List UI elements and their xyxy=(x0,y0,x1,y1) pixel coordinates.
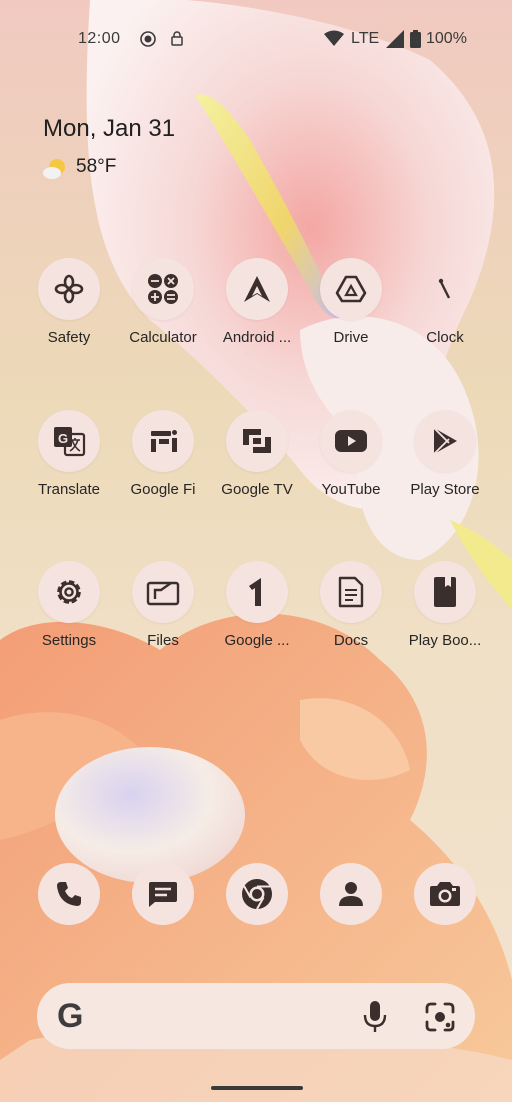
app-label: Safety xyxy=(47,329,91,346)
app-youtube[interactable]: YouTube xyxy=(307,410,395,498)
dock-chrome[interactable] xyxy=(226,863,288,925)
app-label: Docs xyxy=(333,632,369,649)
svg-text:G: G xyxy=(58,431,68,446)
app-calculator[interactable]: Calculator xyxy=(119,258,207,346)
translate-icon: G xyxy=(52,425,86,457)
app-files[interactable]: Files xyxy=(119,561,207,649)
app-label: YouTube xyxy=(321,481,381,498)
gesture-nav-handle[interactable] xyxy=(211,1086,303,1090)
chrome-icon xyxy=(240,877,274,911)
docs-icon xyxy=(338,576,364,608)
safety-icon xyxy=(53,273,85,305)
app-drive[interactable]: Drive xyxy=(307,258,395,346)
app-label: Play Store xyxy=(410,481,480,498)
app-label: Google Fi xyxy=(130,481,196,498)
app-google-tv[interactable]: Google TV xyxy=(213,410,301,498)
app-label: Play Boo... xyxy=(408,632,482,649)
android-auto-icon xyxy=(242,274,272,304)
files-icon xyxy=(146,578,180,606)
network-type: LTE xyxy=(351,30,380,47)
google-fi-icon xyxy=(149,428,177,454)
dnd-icon xyxy=(139,30,157,48)
app-safety[interactable]: Safety xyxy=(25,258,113,346)
play-store-icon xyxy=(431,426,459,456)
google-lens-icon[interactable] xyxy=(425,1002,455,1032)
dock-camera[interactable] xyxy=(414,863,476,925)
app-label: Translate xyxy=(38,481,100,498)
wifi-icon xyxy=(324,30,344,46)
dock-contacts[interactable] xyxy=(320,863,382,925)
app-play-books[interactable]: Play Boo... xyxy=(401,561,489,649)
battery-icon xyxy=(410,30,421,48)
partly-sunny-icon xyxy=(43,158,65,180)
home-screen: 12:00 LTE 100% Mon, Jan 31 58°F Safety C… xyxy=(0,0,512,1102)
google-search-bar[interactable]: G xyxy=(37,983,475,1049)
app-label: Drive xyxy=(333,329,369,346)
app-google-one[interactable]: Google ... xyxy=(213,561,301,649)
app-settings[interactable]: Settings xyxy=(25,561,113,649)
calculator-icon xyxy=(146,272,180,306)
settings-icon xyxy=(52,575,86,609)
messages-icon xyxy=(147,880,179,908)
app-translate[interactable]: G Translate xyxy=(25,410,113,498)
play-books-icon xyxy=(432,575,458,609)
app-label: Calculator xyxy=(129,329,197,346)
dock-messages[interactable] xyxy=(132,863,194,925)
app-label: Files xyxy=(147,632,179,649)
temperature: 58°F xyxy=(76,156,117,177)
signal-icon xyxy=(386,30,404,48)
contacts-icon xyxy=(337,880,365,908)
microphone-icon[interactable] xyxy=(363,1000,387,1034)
phone-icon xyxy=(55,880,83,908)
google-tv-icon xyxy=(241,427,273,455)
app-android-auto[interactable]: Android ... xyxy=(213,258,301,346)
app-label: Settings xyxy=(41,632,97,649)
app-label: Android ... xyxy=(222,329,292,346)
status-bar: 12:00 LTE 100% xyxy=(0,26,512,52)
app-play-store[interactable]: Play Store xyxy=(401,410,489,498)
drive-icon xyxy=(335,274,367,304)
battery-level: 100% xyxy=(426,30,467,47)
app-clock[interactable]: Clock xyxy=(401,258,489,346)
google-logo: G xyxy=(57,997,84,1035)
dock-phone[interactable] xyxy=(38,863,100,925)
date-widget[interactable]: Mon, Jan 31 xyxy=(43,115,175,143)
google-one-icon xyxy=(245,576,269,608)
app-label: Google TV xyxy=(221,481,293,498)
status-time: 12:00 xyxy=(78,30,121,47)
lock-icon xyxy=(170,30,184,46)
clock-icon xyxy=(433,274,457,304)
app-label: Clock xyxy=(426,329,464,346)
youtube-icon xyxy=(334,429,368,453)
app-google-fi[interactable]: Google Fi xyxy=(119,410,207,498)
app-docs[interactable]: Docs xyxy=(307,561,395,649)
camera-icon xyxy=(429,880,461,908)
app-label: Google ... xyxy=(224,632,290,649)
